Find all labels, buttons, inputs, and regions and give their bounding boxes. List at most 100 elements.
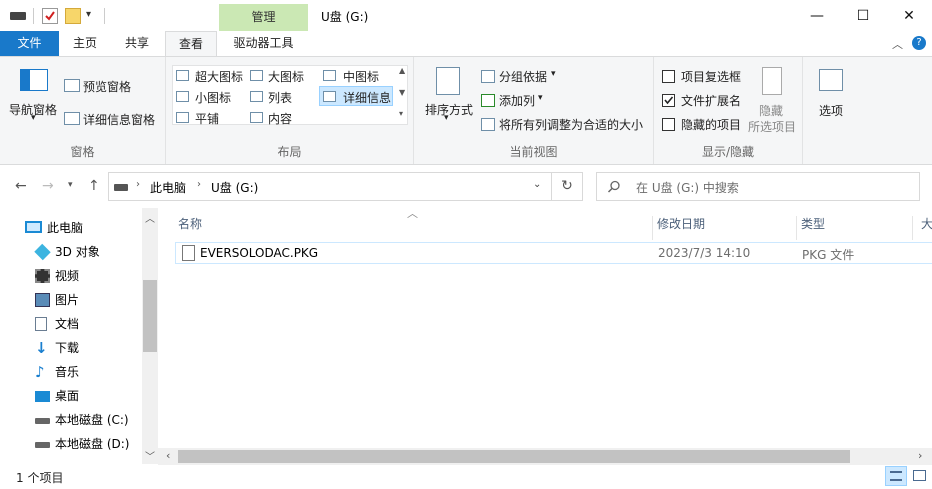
nav-item-3d-objects[interactable]: 3D 对象 [34, 242, 100, 262]
breadcrumb-separator-icon[interactable]: › [136, 179, 140, 190]
file-icon [182, 245, 195, 261]
column-header-type[interactable]: 类型 [801, 216, 913, 240]
nav-item-drive-c[interactable]: 本地磁盘 (C:) [35, 410, 129, 430]
collapse-ribbon-icon[interactable]: ︿ [892, 36, 903, 52]
nav-item-downloads[interactable]: ↓ 下载 [35, 338, 80, 358]
details-pane-icon [64, 112, 80, 125]
breadcrumb-usb-drive[interactable]: U盘 (G:) [211, 179, 258, 196]
item-checkboxes-label[interactable]: 项目复选框 [681, 68, 741, 85]
layout-tiles[interactable]: 平铺 [195, 110, 219, 127]
desktop-icon [35, 391, 50, 402]
layout-content[interactable]: 内容 [268, 110, 292, 127]
layout-details[interactable]: 详细信息 [343, 89, 391, 106]
nav-vertical-scrollbar[interactable]: ︿ ﹀ [142, 208, 158, 464]
nav-item-label: 本地磁盘 (C:) [55, 413, 129, 427]
group-label-layout: 布局 [277, 145, 302, 159]
gallery-expand-icon[interactable]: ▾ [399, 109, 403, 118]
gallery-scroll-down-icon[interactable]: ▼ [399, 88, 405, 97]
group-panes: 导航窗格 ▾ 预览窗格 详细信息窗格 窗格 [0, 57, 166, 164]
file-extensions-checkbox[interactable] [662, 94, 675, 107]
downloads-icon: ↓ [35, 339, 48, 357]
scroll-left-icon[interactable]: ‹ [166, 449, 170, 462]
address-history-dropdown-icon[interactable]: ⌄ [533, 179, 541, 190]
file-name[interactable]: EVERSOLODAC.PKG [200, 246, 318, 260]
up-icon[interactable]: ↑ [88, 178, 100, 194]
group-label-show-hide: 显示/隐藏 [701, 145, 755, 159]
hide-selected-icon [762, 67, 782, 95]
layout-extra-large[interactable]: 超大图标 [195, 68, 243, 85]
maximize-button[interactable]: ☐ [840, 0, 886, 31]
address-bar[interactable]: › 此电脑 › U盘 (G:) ⌄ [108, 172, 552, 201]
refresh-button[interactable]: ↻ [552, 172, 583, 201]
nav-item-pictures[interactable]: 图片 [35, 290, 79, 310]
details-view-button[interactable] [885, 466, 907, 486]
search-box[interactable]: 在 U盘 (G:) 中搜索 [596, 172, 920, 201]
file-scroll-thumb[interactable] [178, 450, 850, 463]
layout-small[interactable]: 小图标 [195, 89, 231, 106]
navigation-pane: 此电脑 3D 对象 视频 图片 文档 ↓ 下载 ♪ 音乐 桌面 本地磁盘 (C:… [0, 208, 158, 464]
hidden-items-label[interactable]: 隐藏的项目 [681, 116, 741, 133]
tab-drive-tools[interactable]: 驱动器工具 [219, 31, 308, 56]
nav-item-drive-d[interactable]: 本地磁盘 (D:) [35, 434, 129, 454]
close-button[interactable]: ✕ [886, 0, 932, 31]
table-row[interactable]: EVERSOLODAC.PKG 2023/7/3 14:10 PKG 文件 [175, 242, 932, 264]
layout-large[interactable]: 大图标 [268, 68, 304, 85]
column-header-modified[interactable]: 修改日期 [657, 216, 797, 240]
item-checkboxes-checkbox[interactable] [662, 70, 675, 83]
new-folder-icon[interactable] [65, 8, 81, 24]
tab-file[interactable]: 文件 [0, 31, 59, 56]
file-horizontal-scrollbar[interactable]: ‹ › [158, 448, 932, 465]
large-icons-view-button[interactable] [909, 466, 931, 486]
ribbon-tabs: 文件 主页 共享 查看 驱动器工具 ︿ ? [0, 31, 932, 57]
large-icons-view-icon [913, 470, 926, 481]
quick-access-dropdown-icon[interactable]: ▾ [86, 9, 91, 20]
nav-scroll-thumb[interactable] [143, 280, 157, 352]
nav-item-this-pc[interactable]: 此电脑 [25, 218, 83, 238]
minimize-button[interactable]: — [794, 0, 840, 31]
nav-item-desktop[interactable]: 桌面 [35, 386, 79, 406]
details-pane-button[interactable]: 详细信息窗格 [83, 111, 155, 128]
close-icon: ✕ [903, 7, 915, 24]
scroll-right-icon[interactable]: › [918, 449, 922, 462]
scroll-down-icon[interactable]: ﹀ [145, 448, 155, 463]
forward-icon[interactable]: → [42, 178, 54, 194]
properties-icon[interactable] [42, 8, 58, 24]
tab-view[interactable]: 查看 [165, 31, 217, 57]
hide-selected-button[interactable]: 隐藏 所选项目 [748, 65, 800, 135]
column-header-size[interactable]: 大 [921, 216, 932, 240]
back-icon[interactable]: ← [15, 178, 27, 194]
nav-item-videos[interactable]: 视频 [35, 266, 79, 286]
nav-item-documents[interactable]: 文档 [35, 314, 79, 334]
help-icon[interactable]: ? [912, 36, 926, 50]
breadcrumb-separator-icon[interactable]: › [197, 179, 201, 190]
group-label-panes: 窗格 [70, 145, 95, 159]
group-current-view: 排序方式 ▾ 分组依据 ▾ 添加列 ▾ 将所有列调整为合适的大小 当前视图 [414, 57, 654, 164]
size-all-columns-button[interactable]: 将所有列调整为合适的大小 [499, 116, 643, 133]
scroll-up-icon[interactable]: ︿ [145, 210, 155, 225]
file-modified: 2023/7/3 14:10 [658, 246, 751, 260]
breadcrumb-this-pc[interactable]: 此电脑 [150, 179, 186, 196]
title-bar: ▾ 管理 U盘 (G:) — ☐ ✕ [0, 0, 932, 31]
nav-pane-button[interactable]: 导航窗格 ▾ [6, 67, 58, 129]
gallery-scroll-up-icon[interactable]: ▲ [399, 66, 405, 75]
layout-medium[interactable]: 中图标 [343, 68, 379, 85]
details-icon [323, 91, 336, 102]
group-label-current-view: 当前视图 [509, 145, 558, 159]
add-columns-button[interactable]: 添加列 [499, 92, 535, 109]
nav-item-label: 音乐 [55, 365, 80, 379]
options-icon [819, 69, 843, 91]
file-extensions-label[interactable]: 文件扩展名 [681, 92, 741, 109]
nav-item-label: 3D 对象 [55, 245, 100, 259]
sort-by-button[interactable]: 排序方式 ▾ [422, 65, 473, 129]
column-header-name[interactable]: 名称 [178, 216, 653, 240]
nav-item-label: 下载 [55, 341, 80, 355]
group-by-button[interactable]: 分组依据 [499, 68, 547, 85]
tab-share[interactable]: 共享 [111, 31, 163, 56]
layout-list[interactable]: 列表 [268, 89, 292, 106]
hidden-items-checkbox[interactable] [662, 118, 675, 131]
tab-home[interactable]: 主页 [59, 31, 111, 56]
options-button[interactable]: 选项 [811, 65, 851, 125]
preview-pane-button[interactable]: 预览窗格 [83, 78, 131, 95]
recent-locations-icon[interactable]: ▾ [68, 180, 73, 190]
nav-item-music[interactable]: ♪ 音乐 [35, 362, 80, 382]
